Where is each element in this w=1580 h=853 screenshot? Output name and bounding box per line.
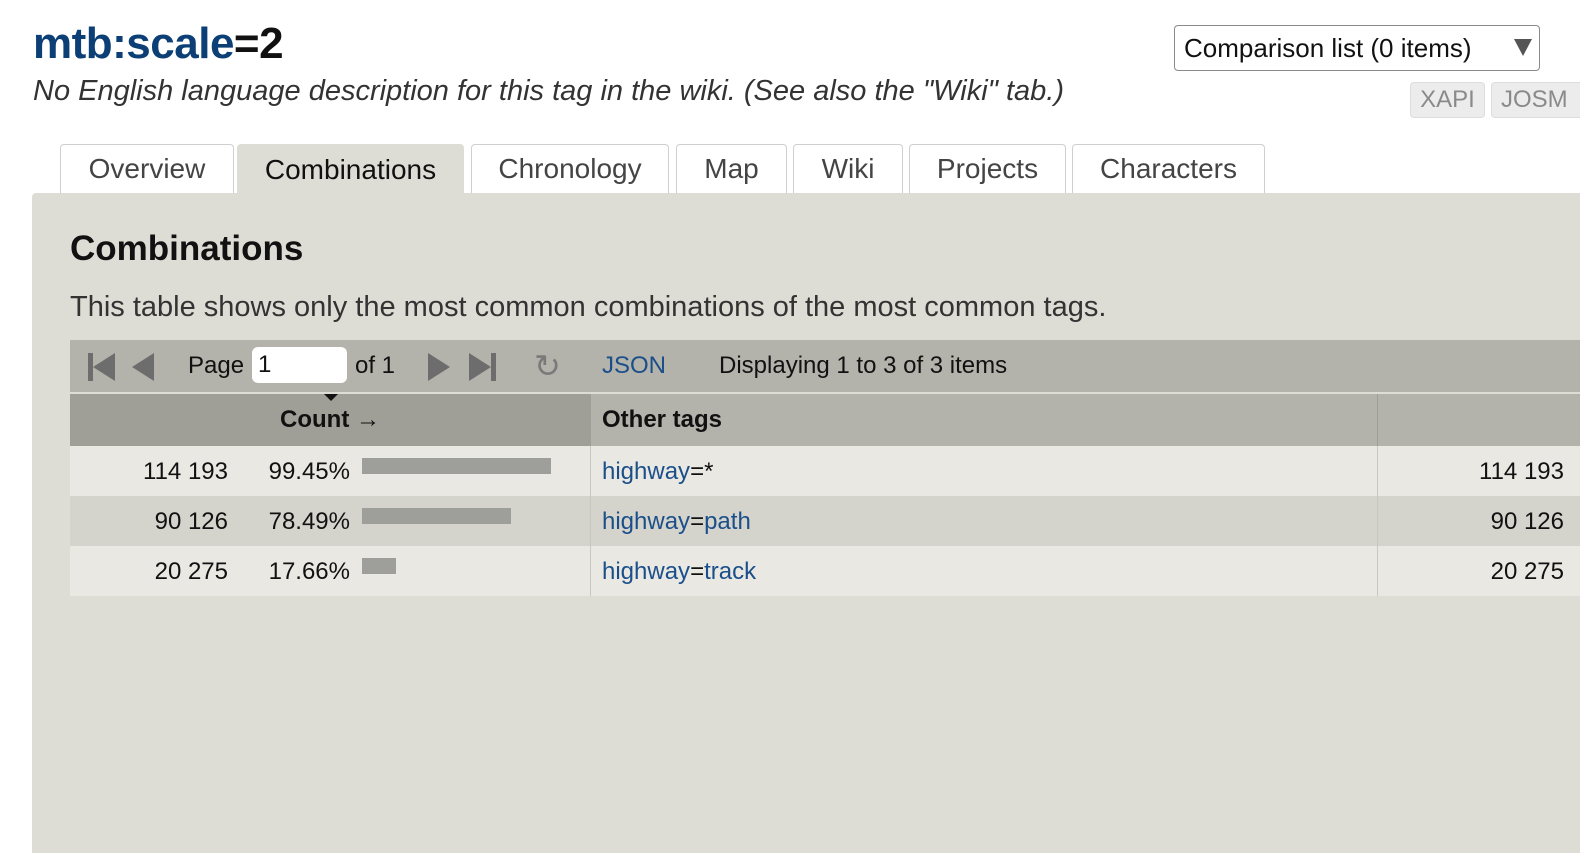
row-count-right: 20 275 <box>1490 558 1564 585</box>
percent-bar-fill <box>362 508 512 524</box>
row-tag: highway=* <box>602 458 714 485</box>
josm-button[interactable]: JOSM <box>1491 82 1580 118</box>
combinations-panel: Combinations This table shows only the m… <box>32 193 1580 853</box>
page-total-label: of 1 <box>355 352 396 379</box>
json-link[interactable]: JSON <box>602 352 666 380</box>
page-number-input[interactable] <box>252 347 347 383</box>
pagination-bar: Page of 1 ↻ JSON Displaying 1 to 3 of 3 … <box>70 340 1580 392</box>
sort-indicator-icon <box>324 394 338 401</box>
table-header: Count → Other tags <box>70 394 1580 446</box>
row-percent: 78.49% <box>268 508 350 535</box>
tab-map[interactable]: Map <box>676 144 787 193</box>
row-percent: 17.66% <box>268 558 350 585</box>
percent-bar <box>362 508 552 524</box>
comparison-list-label: Comparison list (0 items) <box>1184 32 1472 63</box>
first-page-icon[interactable] <box>88 353 118 381</box>
tag-value-link[interactable]: path <box>704 508 751 535</box>
tab-projects[interactable]: Projects <box>909 144 1066 193</box>
row-count-right: 114 193 <box>1479 458 1564 485</box>
percent-bar <box>362 558 552 574</box>
xapi-button[interactable]: XAPI <box>1410 82 1485 118</box>
row-percent: 99.45% <box>268 458 350 485</box>
next-page-icon[interactable] <box>428 353 452 381</box>
percent-bar-fill <box>362 558 396 574</box>
percent-bar <box>362 458 552 474</box>
title-tag-value: 2 <box>259 19 284 68</box>
display-count-text: Displaying 1 to 3 of 3 items <box>719 352 1008 379</box>
page-title: mtb:scale=2 <box>33 18 284 70</box>
percent-bar-fill <box>362 458 551 474</box>
last-page-icon[interactable] <box>469 353 499 381</box>
title-tag-key[interactable]: mtb:scale <box>33 19 234 68</box>
section-description: This table shows only the most common co… <box>70 291 1107 323</box>
page-subtitle: No English language description for this… <box>33 75 1065 107</box>
title-equals: = <box>233 19 260 68</box>
count-right-column-header[interactable] <box>1378 394 1580 446</box>
row-count-right: 90 126 <box>1490 508 1564 535</box>
previous-page-icon[interactable] <box>132 353 156 381</box>
page-label: Page <box>188 352 245 379</box>
dropdown-arrow-icon <box>1514 39 1532 56</box>
refresh-icon[interactable]: ↻ <box>534 350 564 382</box>
row-count: 114 193 <box>143 458 228 485</box>
table-row: 20 275 17.66% highway=track 20 275 <box>70 546 1580 596</box>
tab-chronology[interactable]: Chronology <box>471 144 669 193</box>
table-row: 114 193 99.45% highway=* 114 193 <box>70 446 1580 496</box>
row-count: 20 275 <box>154 558 228 585</box>
tag-value-link[interactable]: track <box>704 558 756 585</box>
tag-key-link[interactable]: highway <box>602 508 690 535</box>
section-heading: Combinations <box>70 229 304 268</box>
tab-characters[interactable]: Characters <box>1072 144 1265 193</box>
count-column-header[interactable]: Count → <box>70 394 590 446</box>
tab-combinations[interactable]: Combinations <box>237 144 464 194</box>
table-row: 90 126 78.49% highway=path 90 126 <box>70 496 1580 546</box>
tag-value: * <box>704 458 714 485</box>
tag-key-link[interactable]: highway <box>602 458 690 485</box>
row-count: 90 126 <box>154 508 228 535</box>
tag-key-link[interactable]: highway <box>602 558 690 585</box>
tab-overview[interactable]: Overview <box>60 144 234 193</box>
row-tag: highway=path <box>602 508 751 535</box>
row-tag: highway=track <box>602 558 757 585</box>
combinations-table: Count → Other tags 114 193 99.45% highwa… <box>70 394 1580 596</box>
other-tags-column-header[interactable]: Other tags <box>591 394 1377 446</box>
tab-wiki[interactable]: Wiki <box>793 144 903 193</box>
comparison-list-dropdown[interactable]: Comparison list (0 items) <box>1174 25 1540 71</box>
